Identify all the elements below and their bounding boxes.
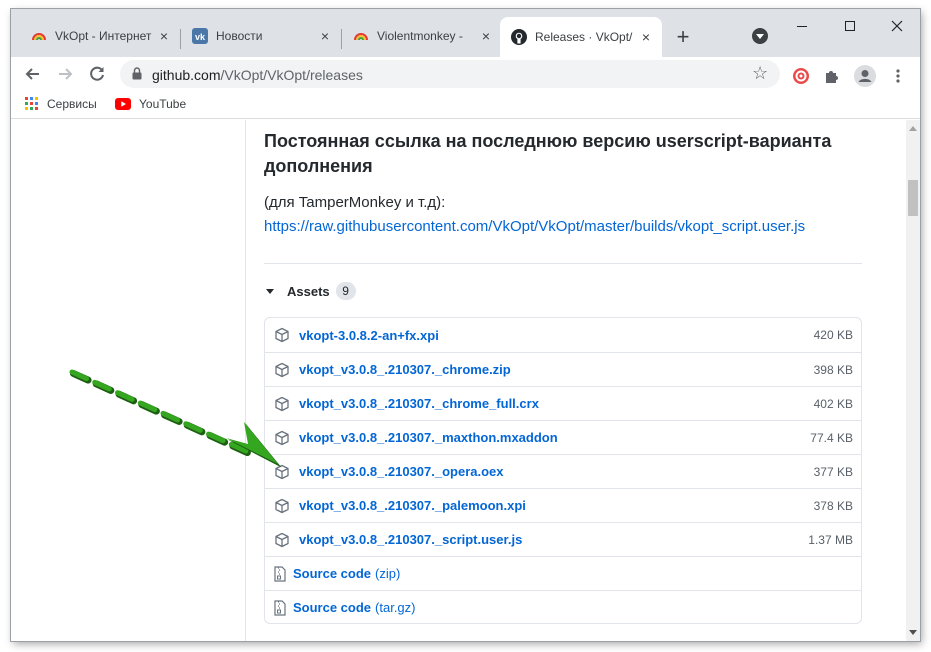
asset-size: 402 KB xyxy=(813,396,853,411)
rainbow-favicon-icon xyxy=(32,33,46,41)
tab-violentmonkey[interactable]: Violentmonkey - × xyxy=(342,23,502,49)
caret-down-icon xyxy=(266,288,274,294)
tab-novosti[interactable]: vk Новости × xyxy=(181,23,341,49)
reload-icon[interactable] xyxy=(84,61,110,87)
close-tab-icon[interactable]: × xyxy=(317,28,333,44)
package-icon xyxy=(275,532,289,547)
bookmark-services[interactable]: Сервисы xyxy=(25,97,97,111)
source-code-row[interactable]: Source code (tar.gz) xyxy=(265,590,861,624)
tab-strip: VkOpt - Интернет × vk Новости × Violentm… xyxy=(11,9,920,57)
divider xyxy=(264,263,862,264)
asset-download-link[interactable]: vkopt_v3.0.8_.210307._script.user.js xyxy=(299,532,808,547)
asset-size: 1.37 MB xyxy=(808,532,853,547)
svg-text:vk: vk xyxy=(195,32,206,42)
tab-vkopt[interactable]: VkOpt - Интернет × xyxy=(20,23,180,49)
close-window-icon[interactable] xyxy=(884,15,910,37)
forward-arrow-icon[interactable] xyxy=(52,61,78,87)
browser-window: VkOpt - Интернет × vk Новости × Violentm… xyxy=(11,9,920,641)
asset-row[interactable]: vkopt_v3.0.8_.210307._maxthon.mxaddon 77.… xyxy=(265,420,861,454)
vk-favicon-icon: vk xyxy=(192,28,208,44)
target-extension-icon[interactable] xyxy=(791,66,811,86)
asset-size: 77.4 KB xyxy=(810,430,853,445)
bookmark-youtube[interactable]: YouTube xyxy=(115,97,186,111)
bookmark-star-icon[interactable]: ☆ xyxy=(752,63,768,84)
asset-download-link[interactable]: vkopt_v3.0.8_.210307._opera.oex xyxy=(299,464,814,479)
apps-grid-icon xyxy=(25,97,38,110)
file-zip-icon xyxy=(274,599,286,616)
source-code-row[interactable]: Source code (zip) xyxy=(265,556,861,590)
github-favicon-icon xyxy=(511,29,527,45)
source-code-format: (zip) xyxy=(375,566,401,581)
youtube-icon xyxy=(115,98,131,110)
browser-toolbar: github.com/VkOpt/VkOpt/releases ☆ xyxy=(11,57,920,91)
extensions-puzzle-icon[interactable] xyxy=(822,66,842,86)
asset-size: 377 KB xyxy=(813,464,853,479)
asset-download-link[interactable]: vkopt_v3.0.8_.210307._maxthon.mxaddon xyxy=(299,430,810,445)
tampermonkey-note: (для TamperMonkey и т.д): xyxy=(264,194,446,211)
asset-download-link[interactable]: vkopt-3.0.8.2-an+fx.xpi xyxy=(299,328,814,343)
asset-row[interactable]: vkopt_v3.0.8_.210307._opera.oex 377 KB xyxy=(265,454,861,488)
bookmark-label: YouTube xyxy=(139,97,187,111)
close-tab-icon[interactable]: × xyxy=(478,28,494,44)
tab-title: VkOpt - Интернет xyxy=(55,29,152,43)
source-code-link[interactable]: Source code xyxy=(293,566,371,581)
source-code-link[interactable]: Source code xyxy=(293,600,371,615)
source-code-format: (tar.gz) xyxy=(375,600,416,615)
rainbow-favicon-icon xyxy=(354,33,368,41)
scroll-up-arrow-icon[interactable] xyxy=(909,126,917,131)
asset-download-link[interactable]: vkopt_v3.0.8_.210307._chrome.zip xyxy=(299,362,814,377)
close-tab-icon[interactable]: × xyxy=(638,29,654,45)
green-arrow-annotation xyxy=(69,369,282,468)
profile-avatar-icon[interactable] xyxy=(854,65,876,87)
assets-label: Assets xyxy=(287,283,330,299)
asset-row[interactable]: vkopt-3.0.8.2-an+fx.xpi 420 KB xyxy=(265,318,861,352)
assets-count-badge: 9 xyxy=(335,282,356,300)
menu-kebab-icon[interactable] xyxy=(888,66,908,86)
userscript-link[interactable]: https://raw.githubusercontent.com/VkOpt/… xyxy=(264,218,805,235)
maximize-icon[interactable] xyxy=(837,15,863,37)
bookmarks-bar: Сервисы YouTube xyxy=(11,91,920,119)
tab-title: Releases · VkOpt/ xyxy=(535,30,633,44)
asset-row[interactable]: vkopt_v3.0.8_.210307._chrome.zip 398 KB xyxy=(265,352,861,386)
page-scrollbar[interactable] xyxy=(906,120,920,641)
permalink-heading: Постоянная ссылка на последнюю версию us… xyxy=(264,131,832,176)
file-zip-icon xyxy=(274,565,286,582)
asset-row[interactable]: vkopt_v3.0.8_.210307._chrome_full.crx 402… xyxy=(265,386,861,420)
assets-toggle[interactable]: Assets 9 xyxy=(266,282,356,300)
tab-title: Новости xyxy=(216,29,263,43)
minimize-icon[interactable] xyxy=(789,15,815,37)
lock-icon[interactable] xyxy=(132,67,142,80)
close-tab-icon[interactable]: × xyxy=(156,28,172,44)
asset-size: 420 KB xyxy=(813,328,853,342)
scroll-thumb[interactable] xyxy=(908,180,918,216)
asset-row[interactable]: vkopt_v3.0.8_.210307._script.user.js 1.37… xyxy=(265,522,861,556)
asset-download-link[interactable]: vkopt_v3.0.8_.210307._palemoon.xpi xyxy=(299,498,814,513)
asset-size: 398 KB xyxy=(813,362,853,377)
scroll-down-arrow-icon[interactable] xyxy=(909,630,917,635)
tab-search-dropdown-icon[interactable] xyxy=(752,28,768,44)
address-bar[interactable]: github.com/VkOpt/VkOpt/releases ☆ xyxy=(120,60,780,88)
bookmark-label: Сервисы xyxy=(47,97,97,111)
asset-download-link[interactable]: vkopt_v3.0.8_.210307._chrome_full.crx xyxy=(299,396,814,411)
tab-title: Violentmonkey - xyxy=(377,29,463,43)
url-domain: github.com xyxy=(152,67,221,83)
asset-row[interactable]: vkopt_v3.0.8_.210307._palemoon.xpi 378 KB xyxy=(265,488,861,522)
package-icon xyxy=(275,498,289,513)
asset-size: 378 KB xyxy=(813,498,853,513)
back-arrow-icon[interactable] xyxy=(20,61,46,87)
page-content: Постоянная ссылка на последнюю версию us… xyxy=(11,120,906,641)
tab-releases-active[interactable]: Releases · VkOpt/ × xyxy=(500,17,662,57)
new-tab-button[interactable]: + xyxy=(671,26,695,50)
url-text: github.com/VkOpt/VkOpt/releases xyxy=(152,67,363,83)
package-icon xyxy=(275,327,289,343)
assets-list: vkopt-3.0.8.2-an+fx.xpi 420 KB vkopt_v3.0.… xyxy=(264,317,862,624)
url-path: /VkOpt/VkOpt/releases xyxy=(220,67,363,83)
